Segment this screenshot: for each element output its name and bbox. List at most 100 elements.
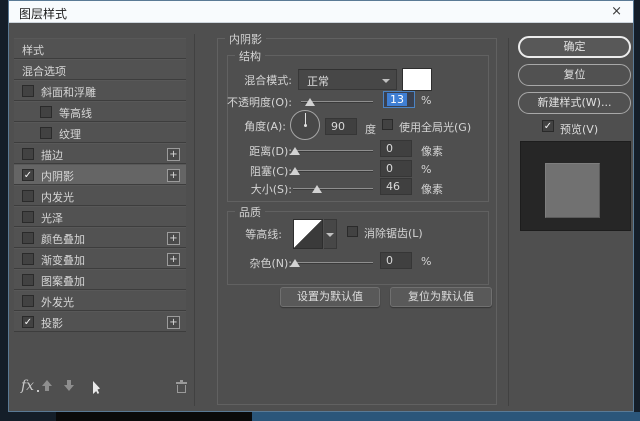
preview-checkbox[interactable] <box>542 120 554 132</box>
angle-label: 角度(A): <box>186 118 286 134</box>
reset-button[interactable]: 复位 <box>518 64 631 86</box>
angle-input[interactable]: 90 <box>325 118 357 135</box>
sidebar-item-blending-options[interactable]: 混合选项 <box>14 59 186 80</box>
size-unit: 像素 <box>421 181 443 197</box>
add-instance-icon[interactable] <box>167 316 180 329</box>
choke-unit: % <box>421 163 431 176</box>
sidebar-item-texture[interactable]: 纹理 <box>14 122 186 143</box>
panel-title: 内阴影 <box>225 31 266 47</box>
noise-slider[interactable] <box>293 262 373 264</box>
add-instance-icon[interactable] <box>167 148 180 161</box>
checkbox-icon[interactable] <box>22 253 34 265</box>
preview-label: 预览(V) <box>560 121 598 137</box>
mouse-cursor <box>93 381 102 394</box>
dialog-titlebar[interactable]: 图层样式 × <box>9 1 633 23</box>
size-label: 大小(S): <box>182 181 292 197</box>
slider-thumb[interactable] <box>290 259 300 267</box>
quality-group <box>227 211 489 285</box>
noise-input[interactable]: 0 <box>380 252 412 269</box>
slider-thumb[interactable] <box>290 167 300 175</box>
delete-trash-icon[interactable] <box>176 380 187 393</box>
distance-slider[interactable] <box>293 150 373 152</box>
noise-label: 杂色(N): <box>182 255 292 271</box>
opacity-input[interactable]: 13 <box>383 91 415 108</box>
sidebar-item-satin[interactable]: 光泽 <box>14 206 186 227</box>
checkbox-checked-icon[interactable] <box>22 316 34 328</box>
fx-add-effect-icon[interactable]: fx <box>21 378 34 394</box>
structure-legend: 结构 <box>235 48 265 64</box>
sidebar-item-bevel-emboss[interactable]: 斜面和浮雕 <box>14 80 186 101</box>
slider-thumb[interactable] <box>290 147 300 155</box>
layer-style-dialog: 图层样式 × 样式 混合选项 斜面和浮雕 等高线 纹理 <box>8 0 634 412</box>
checkbox-icon[interactable] <box>22 295 34 307</box>
checkbox-icon[interactable] <box>22 274 34 286</box>
sidebar-header-styles[interactable]: 样式 <box>14 38 186 59</box>
angle-dial[interactable] <box>290 110 320 140</box>
choke-slider[interactable] <box>293 170 373 172</box>
checkbox-checked-icon[interactable] <box>22 169 34 181</box>
blend-mode-label: 混合模式: <box>192 72 292 88</box>
add-instance-icon[interactable] <box>167 253 180 266</box>
noise-unit: % <box>421 255 431 268</box>
checkbox-icon[interactable] <box>22 232 34 244</box>
sidebar-scrollbar[interactable] <box>194 34 195 406</box>
reset-default-button[interactable]: 复位为默认值 <box>390 287 492 307</box>
add-instance-icon[interactable] <box>167 232 180 245</box>
slider-thumb[interactable] <box>312 185 322 193</box>
dialog-body: 样式 混合选项 斜面和浮雕 等高线 纹理 描边 <box>9 23 633 411</box>
background-canvas-strip <box>252 412 640 421</box>
choke-label: 阻塞(C): <box>182 163 292 179</box>
checkbox-icon[interactable] <box>22 211 34 223</box>
distance-label: 距离(D): <box>182 143 292 159</box>
blend-mode-select[interactable]: 正常 <box>298 69 397 90</box>
sidebar-item-stroke[interactable]: 描边 <box>14 143 186 164</box>
quality-legend: 品质 <box>235 204 265 220</box>
blend-mode-value: 正常 <box>307 73 329 89</box>
anti-alias-checkbox[interactable] <box>347 226 358 237</box>
global-light-label: 使用全局光(G) <box>399 119 471 135</box>
sidebar-item-inner-shadow[interactable]: 内阴影 <box>14 164 186 185</box>
anti-alias-label: 消除锯齿(L) <box>364 225 423 241</box>
dialog-title: 图层样式 <box>19 5 67 22</box>
preview-thumbnail-shape <box>545 163 600 218</box>
checkbox-icon[interactable] <box>22 148 34 160</box>
checkbox-icon[interactable] <box>22 85 34 97</box>
distance-input[interactable]: 0 <box>380 140 412 157</box>
make-default-button[interactable]: 设置为默认值 <box>280 287 380 307</box>
chevron-down-icon <box>326 233 334 237</box>
sidebar-item-contour[interactable]: 等高线 <box>14 101 186 122</box>
sidebar-item-inner-glow[interactable]: 内发光 <box>14 185 186 206</box>
close-icon[interactable]: × <box>611 4 622 19</box>
move-up-icon[interactable] <box>42 380 52 391</box>
choke-input[interactable]: 0 <box>380 160 412 177</box>
size-slider[interactable] <box>293 188 373 190</box>
distance-unit: 像素 <box>421 143 443 159</box>
opacity-label: 不透明度(O): <box>182 94 292 110</box>
slider-thumb[interactable] <box>305 98 315 106</box>
opacity-unit: % <box>421 94 431 107</box>
contour-thumbnail[interactable] <box>293 219 323 249</box>
shadow-color-swatch[interactable] <box>402 68 432 91</box>
chevron-down-icon <box>382 79 390 83</box>
ok-button[interactable]: 确定 <box>518 36 631 58</box>
add-instance-icon[interactable] <box>167 169 180 182</box>
opacity-slider[interactable] <box>301 101 373 103</box>
sidebar-item-drop-shadow[interactable]: 投影 <box>14 311 186 332</box>
checkbox-icon[interactable] <box>40 106 52 118</box>
new-style-button[interactable]: 新建样式(W)... <box>518 92 631 114</box>
angle-center-icon <box>304 124 307 127</box>
sidebar-item-color-overlay[interactable]: 颜色叠加 <box>14 227 186 248</box>
desktop-background: 图层样式 × 样式 混合选项 斜面和浮雕 等高线 纹理 <box>0 0 640 421</box>
contour-picker-button[interactable] <box>324 219 337 249</box>
contour-label: 等高线: <box>182 226 282 242</box>
sidebar-item-gradient-overlay[interactable]: 渐变叠加 <box>14 248 186 269</box>
panel-scrollbar[interactable] <box>508 38 509 406</box>
sidebar-item-outer-glow[interactable]: 外发光 <box>14 290 186 311</box>
checkbox-icon[interactable] <box>40 127 52 139</box>
size-input[interactable]: 46 <box>380 178 412 195</box>
angle-unit: 度 <box>365 121 376 137</box>
move-down-icon[interactable] <box>64 380 74 391</box>
checkbox-icon[interactable] <box>22 190 34 202</box>
global-light-checkbox[interactable] <box>382 119 393 130</box>
sidebar-item-pattern-overlay[interactable]: 图案叠加 <box>14 269 186 290</box>
